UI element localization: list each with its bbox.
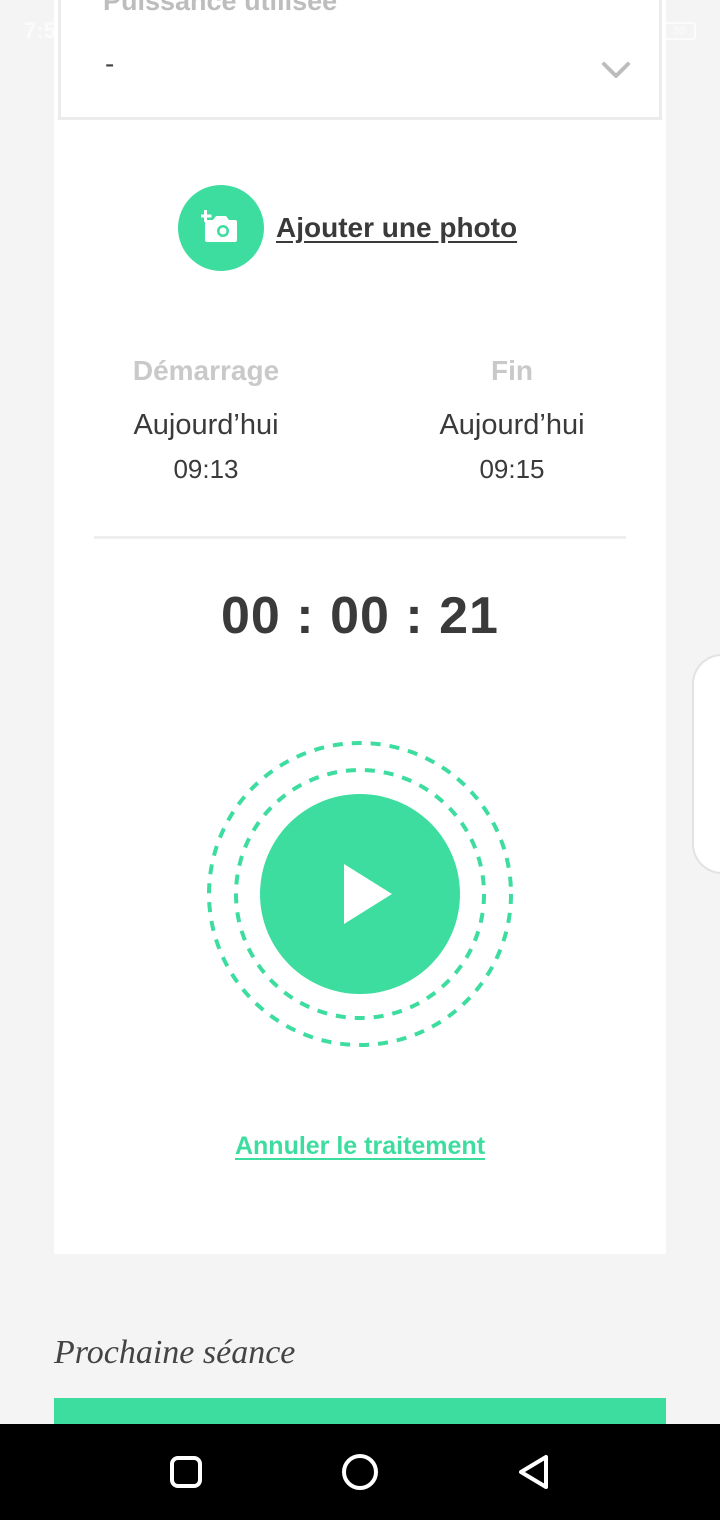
back-triangle-icon[interactable] <box>510 1448 558 1496</box>
play-control[interactable] <box>206 740 514 1048</box>
start-time-column: Démarrage Aujourd’hui 09:13 <box>86 355 326 485</box>
power-select[interactable]: Puissance utilisée - <box>58 0 662 120</box>
end-hour: 09:15 <box>479 454 545 484</box>
start-day: Aujourd’hui <box>133 409 279 441</box>
power-select-value: - <box>105 48 115 79</box>
end-heading: Fin <box>491 355 533 386</box>
add-photo-icon <box>201 210 237 242</box>
navigation-bar <box>0 1424 720 1520</box>
battery-icon: 55 <box>664 22 696 40</box>
session-times: Démarrage Aujourd’hui 09:13 Fin Aujourd’… <box>54 355 666 495</box>
end-day: Aujourd’hui <box>439 409 585 441</box>
elapsed-timer: 00 : 00 : 21 <box>221 587 499 645</box>
status-time: 7:5 <box>24 18 56 43</box>
add-photo-row[interactable]: Ajouter une photo <box>178 185 517 271</box>
circle-icon[interactable] <box>336 1448 384 1496</box>
end-time-column: Fin Aujourd’hui 09:15 <box>392 355 632 485</box>
start-heading: Démarrage <box>132 355 280 386</box>
treatment-card: Puissance utilisée - Ajouter une photo D… <box>54 0 666 1254</box>
power-select-label: Puissance utilisée <box>103 0 338 16</box>
play-icon <box>344 864 392 924</box>
play-button[interactable] <box>260 794 460 994</box>
square-icon[interactable] <box>162 1448 210 1496</box>
chevron-down-icon[interactable] <box>601 60 631 80</box>
start-hour: 09:13 <box>173 454 239 484</box>
divider <box>94 536 626 539</box>
side-drawer-handle[interactable] <box>692 654 720 874</box>
next-session-title: Prochaine séance <box>54 1334 296 1371</box>
add-photo-link[interactable]: Ajouter une photo <box>276 212 517 244</box>
add-photo-button[interactable] <box>178 185 264 271</box>
cancel-treatment-link[interactable]: Annuler le traitement <box>54 1132 666 1161</box>
